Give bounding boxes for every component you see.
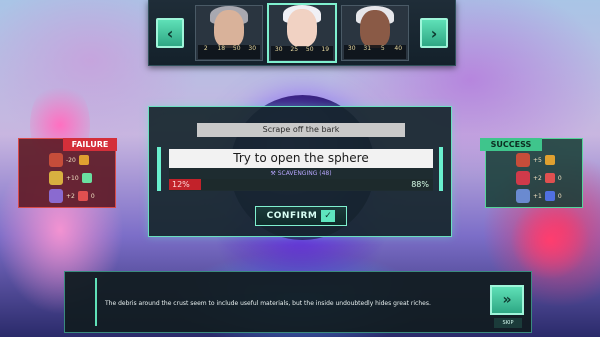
success-outcome-panel: SUCCESS +5 +2 0 +1 0 [480,138,583,208]
item-icon [544,191,555,201]
character-face [360,10,390,48]
character-portrait-3[interactable]: 30 31 5 40 [341,5,409,61]
confirm-button[interactable]: CONFIRM ✓ [255,206,347,226]
success-chance: 88% [411,180,429,189]
outcome-value: +2 [533,174,542,182]
virus-icon [81,173,92,183]
outcome-row: +1 0 [516,189,562,203]
energy-icon [78,155,89,165]
event-option[interactable]: Try to open the sphere ⚒ SCAVENGING (48)… [169,149,433,191]
character-stats: 30 31 5 40 [344,45,406,59]
event-panel: Scrape off the bark Try to open the sphe… [148,106,452,237]
stat-value: 31 [363,45,372,52]
character-stats: 30 25 50 19 [271,46,333,60]
option-label: Try to open the sphere [169,149,433,168]
character-icon [516,189,530,203]
outcome-count: 0 [90,192,95,200]
stat-value: 50 [305,46,314,53]
fail-chance: 12% [169,179,201,190]
character-stats: 2 18 50 30 [198,45,260,59]
chance-track [201,179,433,190]
outcome-row: +5 [516,153,555,167]
outcome-row: +2 0 [516,171,562,185]
outcome-count: 0 [557,192,562,200]
outcome-row: -20 [49,153,89,167]
failure-outcome-panel: FAILURE -20 +10 +2 0 [18,138,117,208]
outcome-count: 0 [557,174,562,182]
outcome-row: +10 [49,171,92,185]
character-icon [49,189,63,203]
character-icon [516,153,530,167]
stat-value: 5 [380,45,385,52]
skill-label: SCAVENGING (48) [277,170,332,177]
outcome-row: +2 0 [49,189,95,203]
outcome-value: +2 [66,192,75,200]
stat-value: 19 [321,46,330,53]
confirm-label: CONFIRM [266,211,318,221]
energy-icon [544,155,555,165]
stat-value: 2 [203,45,208,52]
outcome-value: +5 [533,156,542,164]
chevron-right-icon[interactable]: › [420,18,448,48]
skip-button[interactable]: » [490,285,524,315]
outcome-value: +10 [66,174,79,182]
dialogue-box: The debris around the crust seem to incl… [64,271,532,333]
background-flower-right [510,200,590,280]
success-label: SUCCESS [480,138,542,151]
stat-value: 18 [217,45,226,52]
stat-value: 30 [248,45,257,52]
character-face [214,10,244,48]
stat-value: 30 [347,45,356,52]
stat-value: 25 [290,46,299,53]
failure-label: FAILURE [63,138,117,151]
event-title: Scrape off the bark [197,123,405,137]
outcome-value: +1 [533,192,542,200]
outcome-value: -20 [66,156,76,164]
dialogue-inner: The debris around the crust seem to incl… [95,278,495,326]
character-icon [49,153,63,167]
option-skill: ⚒ SCAVENGING (48) [169,169,433,178]
resource-icon [77,191,88,201]
character-portrait-2[interactable]: 30 25 50 19 [267,3,337,63]
stat-value: 30 [274,46,283,53]
check-icon: ✓ [321,210,336,222]
dialogue-text: The debris around the crust seem to incl… [105,300,431,307]
character-icon [516,171,530,185]
character-face [287,9,317,47]
character-portrait-1[interactable]: 2 18 50 30 [195,5,263,61]
skip-label: SKIP [494,318,522,328]
stat-value: 40 [394,45,403,52]
chevron-left-icon[interactable]: ‹ [156,18,184,48]
resource-icon [544,173,555,183]
stat-value: 50 [232,45,241,52]
party-bar: ‹ 2 18 50 30 30 25 50 19 30 31 5 40 › [148,0,456,66]
skill-icon: ⚒ [270,170,278,177]
character-icon [49,171,63,185]
